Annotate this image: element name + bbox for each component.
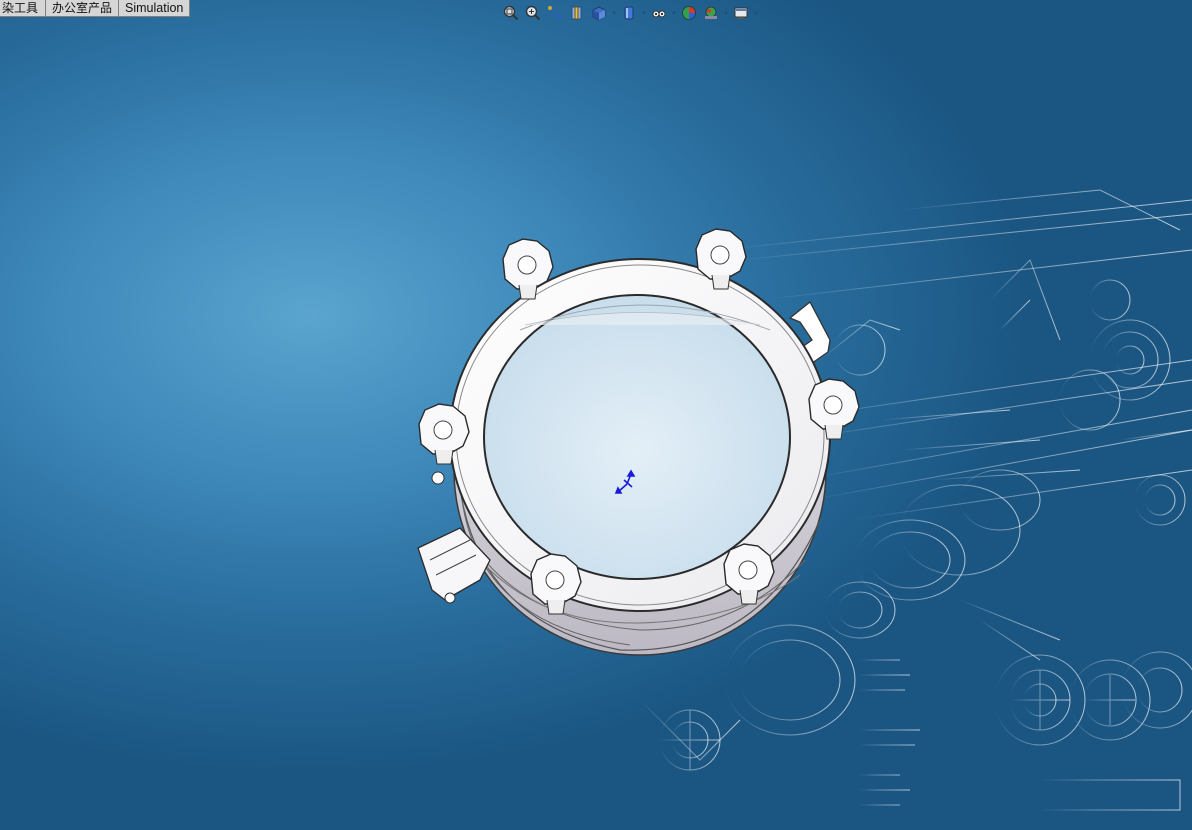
tab-simulation[interactable]: Simulation — [119, 0, 191, 17]
view-orientation-icon[interactable] — [588, 3, 610, 23]
graphics-area[interactable]: 染工具 办公室产品 Simulation ▾ ▾ ▾ ▾ ▾ — [0, 0, 1192, 830]
view-settings-icon[interactable] — [730, 3, 752, 23]
dropdown-arrow-icon[interactable]: ▾ — [722, 3, 730, 23]
section-view-icon[interactable] — [566, 3, 588, 23]
command-manager-tabs: 染工具 办公室产品 Simulation — [0, 0, 191, 18]
heads-up-view-toolbar: ▾ ▾ ▾ ▾ ▾ — [500, 3, 760, 23]
apply-scene-icon[interactable] — [700, 3, 722, 23]
dropdown-arrow-icon[interactable]: ▾ — [640, 3, 648, 23]
tab-render-tools[interactable]: 染工具 — [0, 0, 46, 17]
tab-office-products[interactable]: 办公室产品 — [46, 0, 120, 17]
previous-view-icon[interactable] — [544, 3, 566, 23]
sight-glass-assembly[interactable] — [0, 0, 1192, 830]
edit-appearance-icon[interactable] — [678, 3, 700, 23]
zoom-to-area-icon[interactable] — [522, 3, 544, 23]
hide-show-items-icon[interactable] — [648, 3, 670, 23]
zoom-to-fit-icon[interactable] — [500, 3, 522, 23]
dropdown-arrow-icon[interactable]: ▾ — [610, 3, 618, 23]
dropdown-arrow-icon[interactable]: ▾ — [670, 3, 678, 23]
dropdown-arrow-icon[interactable]: ▾ — [752, 3, 760, 23]
glass-window — [483, 294, 791, 580]
display-style-icon[interactable] — [618, 3, 640, 23]
